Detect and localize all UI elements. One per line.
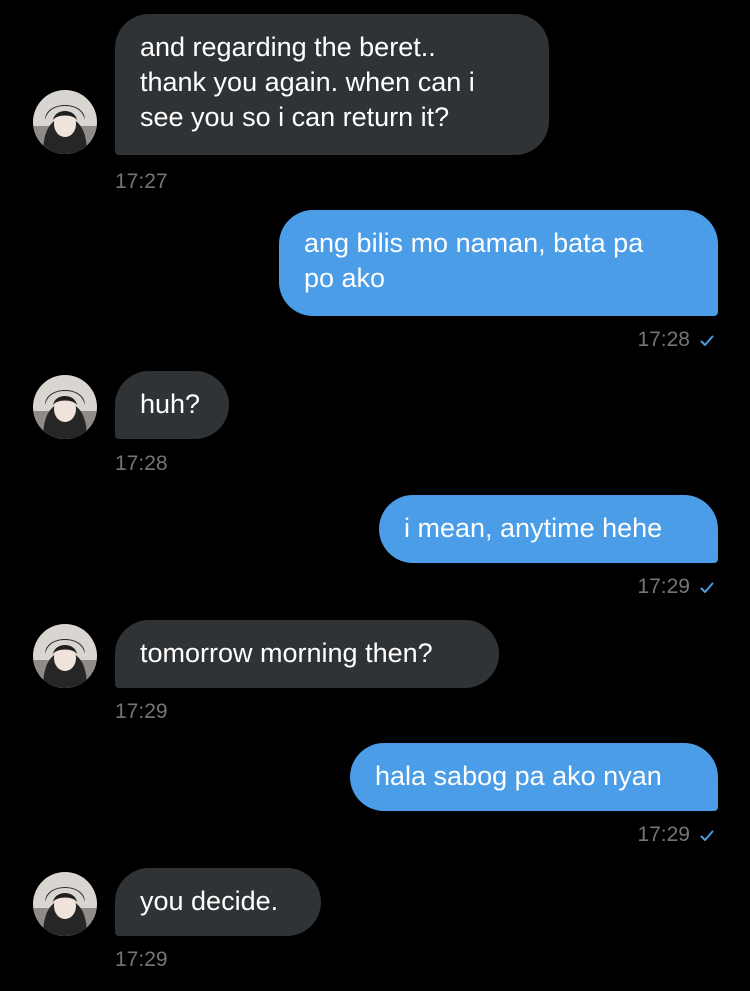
- contact-avatar[interactable]: [33, 90, 97, 154]
- message-timestamp-row: 17:28: [637, 328, 714, 354]
- contact-avatar[interactable]: [33, 624, 97, 688]
- contact-avatar[interactable]: [33, 872, 97, 936]
- message-timestamp: 17:28: [637, 328, 690, 351]
- message-bubble-incoming[interactable]: you decide.: [115, 868, 321, 936]
- avatar-photo: [33, 872, 97, 936]
- check-icon: [700, 330, 714, 354]
- message-timestamp: 17:29: [637, 823, 690, 846]
- avatar-photo: [33, 375, 97, 439]
- avatar-photo: [33, 90, 97, 154]
- message-timestamp: 17:29: [637, 575, 690, 598]
- message-bubble-outgoing[interactable]: ang bilis mo naman, bata pa po ako: [279, 210, 718, 316]
- message-bubble-incoming[interactable]: huh?: [115, 371, 229, 439]
- message-bubble-outgoing[interactable]: hala sabog pa ako nyan: [350, 743, 718, 811]
- contact-avatar[interactable]: [33, 375, 97, 439]
- message-timestamp-row: 17:29: [637, 575, 714, 601]
- message-timestamp: 17:27: [115, 170, 168, 193]
- message-bubble-outgoing[interactable]: i mean, anytime hehe: [379, 495, 718, 563]
- message-timestamp-row: 17:29: [637, 823, 714, 849]
- message-bubble-incoming[interactable]: tomorrow morning then?: [115, 620, 499, 688]
- check-icon: [700, 825, 714, 849]
- message-timestamp: 17:29: [115, 948, 168, 971]
- message-timestamp: 17:28: [115, 452, 168, 475]
- avatar-photo: [33, 624, 97, 688]
- message-bubble-incoming[interactable]: and regarding the beret.. thank you agai…: [115, 14, 549, 155]
- message-timestamp: 17:29: [115, 700, 168, 723]
- check-icon: [700, 577, 714, 601]
